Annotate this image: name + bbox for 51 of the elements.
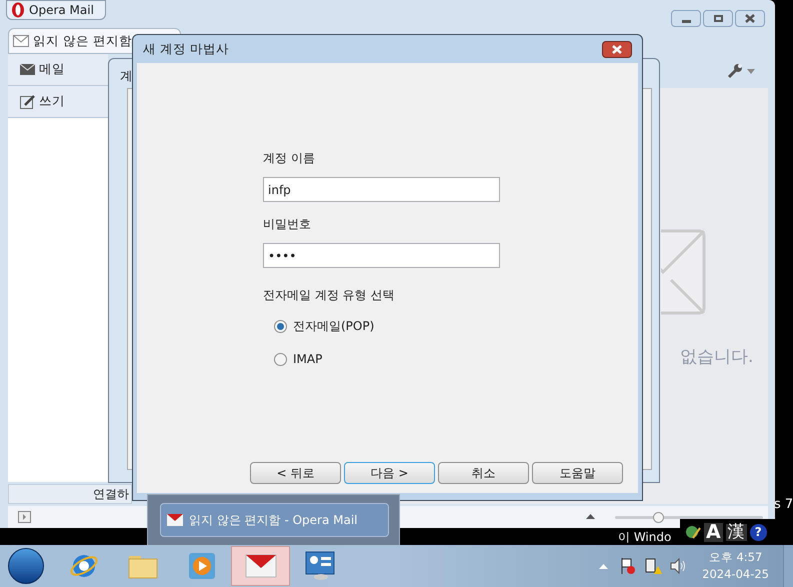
dialog-button[interactable]: 다음 > (344, 462, 435, 484)
radio-button[interactable] (274, 320, 287, 332)
close-icon (612, 44, 622, 54)
control-panel-icon (304, 551, 334, 581)
close-button[interactable] (735, 10, 765, 27)
network-warning-icon[interactable] (644, 557, 662, 575)
dialog-button[interactable]: < 뒤로 (250, 462, 341, 484)
pencil-icon (20, 94, 35, 108)
envelope-icon (244, 554, 276, 578)
hanja-mode[interactable]: 漢 (726, 524, 747, 540)
dialog-title: 계 (120, 67, 133, 85)
close-button[interactable] (602, 40, 632, 58)
envelope-icon (20, 64, 35, 75)
settings-button[interactable] (727, 63, 755, 79)
radio-label: 전자메일(POP) (293, 318, 374, 335)
speaker-icon[interactable] (670, 558, 686, 574)
connect-bar[interactable]: 연결하 (8, 484, 132, 504)
flag-icon[interactable] (620, 557, 636, 575)
dialog-button[interactable]: 취소 (438, 462, 529, 484)
background-text: s 7 (774, 496, 793, 514)
help-icon[interactable]: ? (750, 524, 767, 540)
play-icon (188, 552, 216, 580)
envelope-icon (167, 514, 183, 526)
field-label: 비밀번호 (263, 216, 312, 233)
caret-icon (747, 68, 755, 74)
panel-toggle-icon[interactable] (18, 511, 31, 523)
section-label: 전자메일 계정 유형 선택 (263, 287, 396, 304)
close-icon (745, 14, 755, 23)
sidebar-item[interactable]: 쓰기 (8, 86, 108, 118)
input-mode[interactable]: A (704, 522, 723, 542)
wrench-icon (727, 63, 743, 79)
taskbar-app[interactable] (231, 546, 290, 586)
input-field[interactable]: •••• (263, 243, 500, 268)
opera-menu-button[interactable]: Opera Mail (6, 0, 106, 20)
caret-up-icon[interactable] (586, 514, 595, 519)
field-label: 계정 이름 (263, 150, 316, 167)
radio-label: IMAP (293, 351, 322, 368)
start-button[interactable] (8, 548, 44, 584)
input-field[interactable]: infp (263, 177, 500, 202)
o-logo-icon (11, 2, 25, 18)
envelope-icon (661, 229, 706, 315)
envelope-icon (13, 35, 29, 47)
globe-pen-icon (685, 524, 701, 540)
folder-icon (128, 553, 158, 579)
dialog-button[interactable]: 도움말 (532, 462, 623, 484)
radio-button[interactable] (274, 352, 287, 366)
restore-button[interactable] (703, 10, 733, 27)
background-text: 이 Windo (618, 529, 672, 546)
empty-message: 없습니다. (680, 346, 754, 369)
sidebar-item[interactable]: 메일 (8, 54, 108, 86)
minimize-button[interactable] (671, 10, 701, 27)
